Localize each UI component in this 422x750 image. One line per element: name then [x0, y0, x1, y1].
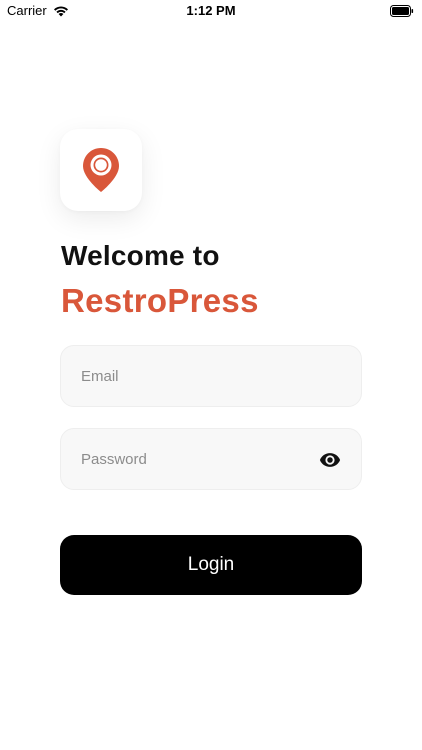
password-field-container — [60, 428, 362, 490]
app-logo — [60, 129, 142, 211]
status-time: 1:12 PM — [186, 3, 236, 18]
status-bar: Carrier 1:12 PM — [0, 0, 422, 22]
password-field[interactable] — [81, 429, 311, 489]
brand-title: RestroPress — [61, 282, 259, 319]
email-field[interactable] — [81, 346, 311, 406]
welcome-heading: Welcome to — [61, 240, 220, 271]
location-pin-plate-icon — [83, 148, 119, 192]
eye-icon[interactable] — [319, 449, 341, 471]
email-field-container — [60, 345, 362, 407]
login-button[interactable]: Login — [60, 535, 362, 595]
battery-full-icon — [390, 5, 414, 17]
